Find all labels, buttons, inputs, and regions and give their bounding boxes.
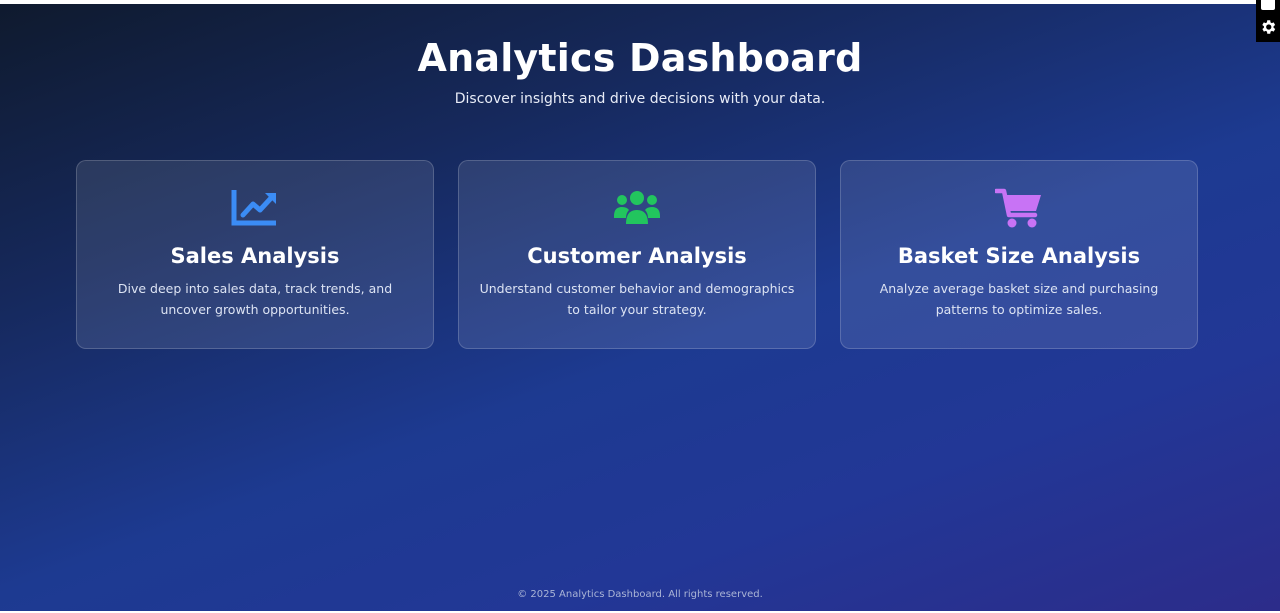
card-description: Understand customer behavior and demogra… xyxy=(479,281,795,317)
card-customer-analysis[interactable]: Customer Analysis Understand customer be… xyxy=(458,160,816,349)
card-title: Sales Analysis xyxy=(170,244,340,268)
page: Analytics Dashboard Discover insights an… xyxy=(0,0,1280,613)
card-title: Basket Size Analysis xyxy=(897,244,1141,268)
page-subtitle: Discover insights and drive decisions wi… xyxy=(454,91,826,107)
page-title: Analytics Dashboard xyxy=(417,36,863,80)
card-description: Analyze average basket size and purchasi… xyxy=(879,281,1159,317)
panel-icon[interactable] xyxy=(1261,0,1275,10)
floating-toolbar xyxy=(1256,0,1280,42)
footer-copyright: © 2025 Analytics Dashboard. All rights r… xyxy=(517,589,763,600)
gear-icon[interactable] xyxy=(1259,18,1277,36)
page-header: Analytics Dashboard Discover insights an… xyxy=(0,32,1280,110)
card-sales-analysis[interactable]: Sales Analysis Dive deep into sales data… xyxy=(76,160,434,349)
card-basket-size-analysis[interactable]: Basket Size Analysis Analyze average bas… xyxy=(840,160,1198,349)
chart-line-icon xyxy=(77,187,433,229)
dashboard-app: Analytics Dashboard Discover insights an… xyxy=(0,4,1280,611)
users-icon xyxy=(459,187,815,229)
shopping-cart-icon xyxy=(841,187,1197,229)
card-description: Dive deep into sales data, track trends,… xyxy=(117,281,393,317)
analysis-cards: Sales Analysis Dive deep into sales data… xyxy=(76,160,1204,349)
card-title: Customer Analysis xyxy=(527,244,747,268)
